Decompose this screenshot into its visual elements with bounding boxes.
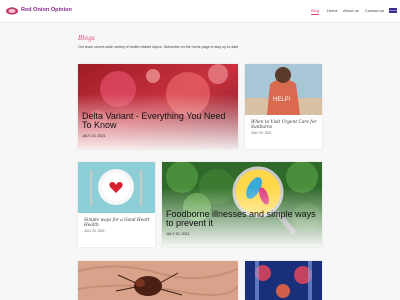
blog-card-tick[interactable] <box>78 261 238 300</box>
post-date: JULY 23, 2021 <box>82 134 106 138</box>
nav-link-blog[interactable]: Blog <box>311 8 319 13</box>
post-date: JULY 20, 2021 <box>251 131 272 135</box>
red-onion-logo-icon[interactable] <box>5 6 19 15</box>
heart-plate-image <box>78 162 155 213</box>
post-title[interactable]: When to Visit Urgent Care for Sunburns <box>251 120 319 130</box>
post-title[interactable]: Foodborne illnesses and simple ways to p… <box>166 210 321 228</box>
nav-link-about-us[interactable]: About us <box>343 8 359 13</box>
nav-link-contact-us[interactable]: Contact us <box>365 8 384 13</box>
nav-link-home[interactable]: Home <box>327 8 338 13</box>
brand-name[interactable]: Red Onion Opinion <box>21 7 72 13</box>
blog-card-delta-variant[interactable]: Delta Variant - Everything You Need To K… <box>78 64 238 149</box>
active-nav-indicator <box>311 14 319 15</box>
post-title[interactable]: Simple ways for a Good Heart Health <box>84 218 152 228</box>
post-title[interactable]: Delta Variant - Everything You Need To K… <box>82 112 237 130</box>
top-navigation-bar: Red Onion Opinion Blog Home About us Con… <box>0 0 400 23</box>
language-flag-icon[interactable] <box>389 8 397 13</box>
help-text-on-back: HELP! <box>273 97 291 103</box>
intro-text: Our team covers wide variety of health r… <box>78 45 239 49</box>
blog-card-sunburn[interactable]: HELP! When to Visit Urgent Care for Sunb… <box>245 64 322 149</box>
blog-card-joints[interactable] <box>245 261 322 300</box>
post-date: JULY 20, 2021 <box>166 232 190 236</box>
section-title: Blogs <box>78 35 95 42</box>
blog-card-foodborne-illnesses[interactable]: Foodborne illnesses and simple ways to p… <box>162 162 322 247</box>
tick-image <box>78 261 238 300</box>
post-date: JULY 20, 2021 <box>84 229 105 233</box>
joints-xray-image <box>245 261 322 300</box>
sunburn-image: HELP! <box>245 64 322 115</box>
blog-card-heart-health[interactable]: Simple ways for a Good Heart Health JULY… <box>78 162 155 247</box>
